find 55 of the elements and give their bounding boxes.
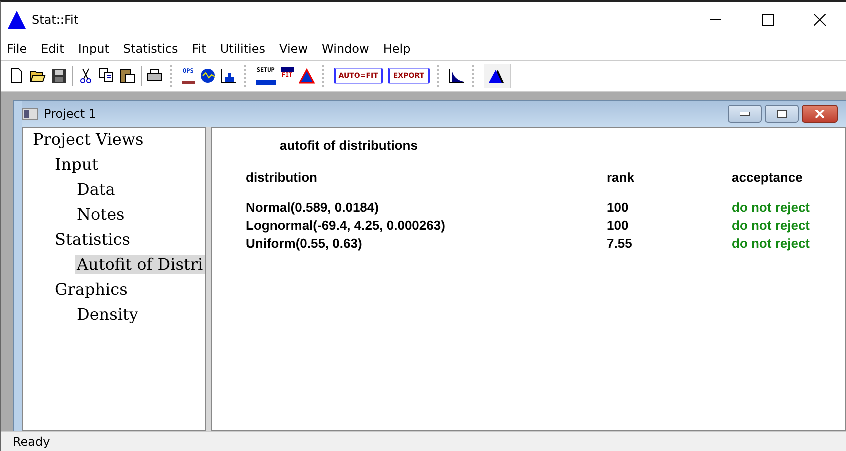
window-title: Stat::Fit — [32, 13, 79, 27]
column-header: distribution — [246, 169, 318, 187]
status-text: Ready — [13, 434, 50, 448]
table-cell-text: do not reject — [732, 217, 812, 235]
menu-item[interactable]: Input — [78, 42, 110, 56]
triangle-chart-icon[interactable] — [298, 68, 315, 84]
tree-item[interactable]: Graphics — [53, 280, 130, 299]
tree-item[interactable]: Notes — [75, 205, 127, 224]
close-icon — [814, 14, 826, 26]
restore-button[interactable] — [765, 105, 799, 123]
child-window-title: Project 1 — [44, 107, 97, 121]
tree-item[interactable]: Project Views — [31, 130, 146, 149]
close-icon — [815, 110, 825, 118]
table-cell-text: do not reject — [732, 235, 812, 253]
tree-item[interactable]: Data — [75, 180, 118, 199]
document-window-icon — [22, 108, 38, 120]
table-cell-text: Normal(0.589, 0.0184) — [246, 199, 380, 217]
table-cell-text: Lognormal(-69.4, 4.25, 0.000263) — [246, 217, 446, 235]
restore-icon — [777, 110, 787, 118]
printer-icon[interactable] — [147, 68, 163, 84]
column-header: rank — [607, 169, 636, 187]
menu-item[interactable]: Window — [322, 42, 370, 56]
maximize-icon — [762, 14, 774, 26]
copy-icon[interactable] — [99, 68, 115, 84]
tree-item[interactable]: Density — [75, 305, 140, 324]
tree-item[interactable]: Autofit of Distri — [75, 255, 205, 274]
wave-circle-icon[interactable] — [200, 68, 216, 84]
clipboard-icon[interactable] — [120, 68, 136, 84]
histogram-icon[interactable] — [220, 68, 237, 84]
menu-item[interactable]: Utilities — [220, 42, 266, 56]
distribution-button[interactable] — [484, 64, 511, 88]
save-icon[interactable] — [51, 68, 67, 84]
table-cell-text: 100 — [607, 199, 630, 217]
menu-item[interactable]: Fit — [192, 42, 206, 56]
close-button[interactable] — [802, 105, 838, 123]
report-title: autofit of distributions — [279, 138, 419, 153]
table-cell-text: Uniform(0.55, 0.63) — [246, 235, 364, 253]
table-cell-text: do not reject — [732, 199, 812, 217]
decay-chart-icon[interactable] — [448, 68, 465, 84]
table-cell-text: 100 — [607, 217, 630, 235]
minimize-icon — [740, 112, 750, 116]
menu-item[interactable]: Edit — [41, 42, 64, 56]
new-document-icon[interactable] — [9, 68, 25, 84]
menu-item[interactable]: Statistics — [123, 42, 178, 56]
minimize-button[interactable] — [728, 105, 762, 123]
menu-item[interactable]: File — [7, 42, 28, 56]
tree-item[interactable]: Statistics — [53, 230, 132, 249]
scissors-icon[interactable] — [78, 68, 94, 84]
menu-item[interactable]: Help — [383, 42, 411, 56]
column-header: acceptance — [732, 169, 804, 187]
app-logo-icon — [7, 10, 27, 30]
triangle-icon — [488, 69, 506, 83]
menu-item[interactable]: View — [280, 42, 308, 56]
table-cell-text: 7.55 — [607, 235, 634, 253]
tree-item[interactable]: Input — [53, 155, 101, 174]
